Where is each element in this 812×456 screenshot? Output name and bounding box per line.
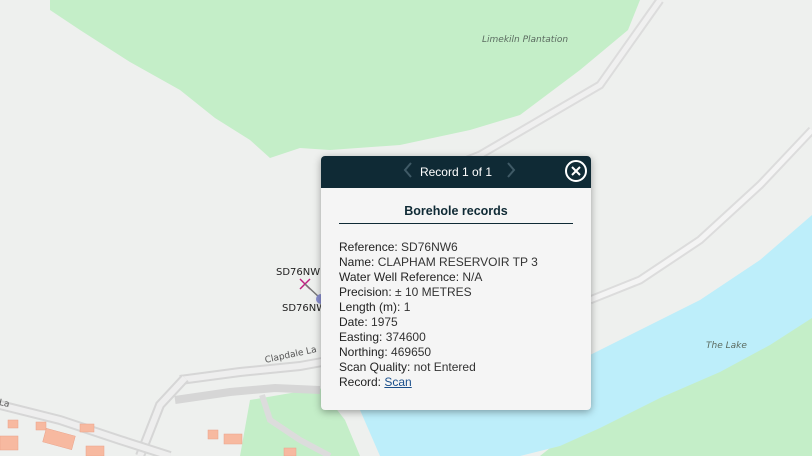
record-fields: Reference: SD76NW6 Name: CLAPHAM RESERVO… [339,240,573,390]
field-date: Date: 1975 [339,315,573,330]
popup-title: Borehole records [339,204,573,224]
field-label: Name: [339,255,375,269]
field-label: Date: [339,315,368,329]
field-label: Northing: [339,345,388,359]
field-reference: Reference: SD76NW6 [339,240,573,255]
field-length: Length (m): 1 [339,300,573,315]
field-label: Record: [339,375,382,389]
field-value: 374600 [385,330,426,344]
field-value: N/A [462,270,483,284]
field-label: Easting: [339,330,383,344]
field-easting: Easting: 374600 [339,330,573,345]
field-value: 1 [403,300,411,314]
scan-link[interactable]: Scan [384,375,411,389]
field-precision: Precision: ± 10 METRES [339,285,573,300]
field-name: Name: CLAPHAM RESERVOIR TP 3 [339,255,573,270]
field-value: 469650 [391,345,432,359]
field-value: SD76NW6 [401,240,458,254]
close-icon[interactable] [565,160,587,182]
record-count: Record 1 of 1 [419,165,493,179]
field-label: Reference: [339,240,398,254]
field-label: Scan Quality: [339,360,411,374]
field-value: CLAPHAM RESERVOIR TP 3 [377,255,538,269]
field-value: 1975 [371,315,398,329]
chevron-right-icon[interactable] [502,162,520,182]
borehole-label: SD76NW [276,267,321,278]
popup-header: Record 1 of 1 [321,156,591,188]
field-water-well-reference: Water Well Reference: N/A [339,270,573,285]
popup-body: Borehole records Reference: SD76NW6 Name… [321,188,591,390]
field-record: Record: Scan [339,375,573,390]
borehole-popup: Record 1 of 1 Borehole records Reference… [321,156,591,410]
borehole-label: SD76NW [282,303,327,314]
chevron-left-icon[interactable] [399,162,417,182]
map-label-plantation: Limekiln Plantation [482,35,569,45]
map-label-lake: The Lake [706,341,747,351]
field-label: Length (m): [339,300,401,314]
field-value: not Entered [413,360,476,374]
field-northing: Northing: 469650 [339,345,573,360]
field-scan-quality: Scan Quality: not Entered [339,360,573,375]
field-label: Water Well Reference: [339,270,460,284]
field-label: Precision: [339,285,392,299]
field-value: ± 10 METRES [395,285,472,299]
